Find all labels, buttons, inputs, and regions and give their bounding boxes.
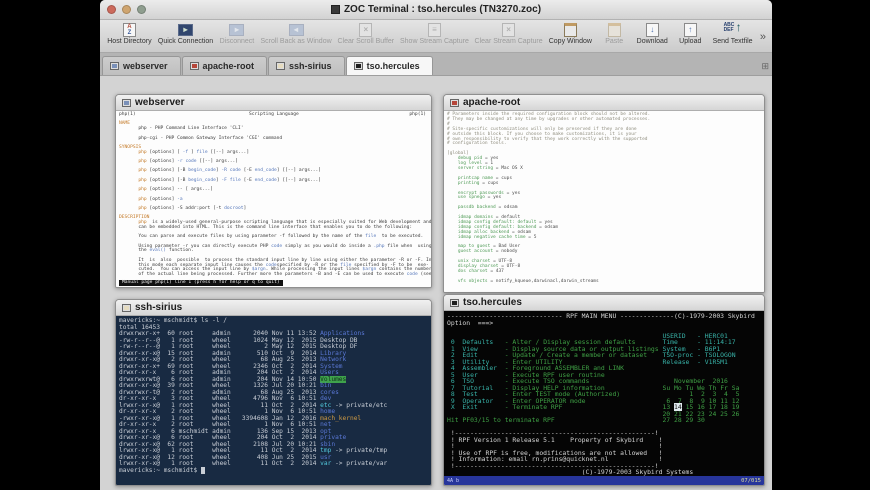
toolbar-button-host-directory[interactable]: AZHost Directory xyxy=(106,21,153,46)
tab-list-icon[interactable]: ⊞ xyxy=(761,61,769,72)
terminal-line: can be embedded into HTML. This is the c… xyxy=(119,226,428,231)
terminal-icon xyxy=(122,304,131,312)
tab-label: apache-root xyxy=(203,61,255,71)
show-stream-capture-icon: ≡ xyxy=(428,23,441,37)
terminal-icon xyxy=(450,299,459,307)
toolbar-button-download[interactable]: ↓Download xyxy=(635,21,669,46)
quick-connection-icon: ▸ xyxy=(178,24,193,36)
tso-hercules-title: tso.hercules xyxy=(463,297,522,308)
download-icon: ↓ xyxy=(646,23,659,37)
toolbar: AZHost Directory ▸ Quick Connection ▸ Discon… xyxy=(100,20,772,53)
tab-terminal-icon xyxy=(276,62,285,70)
tn3270-status-line: 4A b 07/015 xyxy=(444,476,764,485)
toolbar-button-label: Disconnect xyxy=(220,38,255,45)
tab-label: ssh-sirius xyxy=(289,61,332,71)
terminal-icon xyxy=(450,99,459,107)
toolbar-button-scroll-back-window: ◂ Scroll Back as Window xyxy=(260,21,333,46)
paste-icon xyxy=(608,23,621,37)
terminal-line: of the actual line being processed. Furt… xyxy=(119,273,428,278)
man-page-status-line: Manual page php(1) line 1 (press h for h… xyxy=(119,280,283,286)
toolbar-button-label: Copy Window xyxy=(549,38,592,45)
host-directory-icon: AZ xyxy=(123,23,136,37)
terminal-line: ------------------------------ RPF MAIN … xyxy=(447,313,761,320)
toolbar-button-clear-scroll-buffer: ×Clear Scroll Buffer xyxy=(336,21,395,46)
session-tab-bar: webserver apache-root ssh-sirius tso.hercul… xyxy=(100,53,772,76)
title-bar[interactable]: ZOC Terminal : tso.hercules (TN3270.zoc) xyxy=(100,0,772,20)
apache-root-terminal-screen[interactable]: # Parameters inside the required configu… xyxy=(444,111,764,292)
webserver-title: webserver xyxy=(135,97,184,108)
window-title: ZOC Terminal : tso.hercules (TN3270.zoc) xyxy=(331,4,541,15)
tab-tso.hercules[interactable]: tso.hercules xyxy=(346,56,433,75)
toolbar-button-show-stream-capture: ≡Show Stream Capture xyxy=(399,21,470,46)
screen-background: ZOC Terminal : tso.hercules (TN3270.zoc)… xyxy=(0,0,870,490)
copy-window-icon xyxy=(564,23,577,37)
terminal-icon xyxy=(122,99,131,107)
tab-terminal-icon xyxy=(190,62,199,70)
apache-root-window: apache-root # Parameters inside the requ… xyxy=(443,94,765,293)
tab-label: tso.hercules xyxy=(367,61,420,71)
toolbar-button-copy-window[interactable]: Copy Window xyxy=(547,21,593,46)
mdi-area: webserver php(1) Scripting Language php(… xyxy=(100,76,772,490)
terminal-line: You can parse and execute files by using… xyxy=(119,235,428,240)
send-textfile-icon: ABCDEF↑ xyxy=(724,22,742,37)
close-button[interactable] xyxy=(107,5,116,14)
tab-label: webserver xyxy=(123,61,168,71)
tso-hercules-terminal-screen[interactable]: ------------------------------ RPF MAIN … xyxy=(444,311,764,476)
window-title-text: ZOC Terminal : tso.hercules (TN3270.zoc) xyxy=(344,4,541,15)
toolbar-button-label: Clear Stream Capture xyxy=(475,38,543,45)
zoom-button[interactable] xyxy=(137,5,146,14)
minimize-button[interactable] xyxy=(122,5,131,14)
toolbar-button-label: Clear Scroll Buffer xyxy=(337,38,394,45)
toolbar-button-label: Scroll Back as Window xyxy=(260,38,331,45)
terminal-line: php(1) Scripting Language php(1) xyxy=(119,113,428,118)
clear-scroll-buffer-icon: × xyxy=(359,23,372,37)
terminal-line: vfs objects = notify_kqueue,darwinacl,da… xyxy=(447,280,761,285)
toolbar-overflow-chevron[interactable]: » xyxy=(758,31,768,43)
toolbar-button-label: Upload xyxy=(679,38,701,45)
toolbar-button-clear-stream-capture: ×Clear Stream Capture xyxy=(474,21,544,46)
tab-webserver[interactable]: webserver xyxy=(102,56,181,75)
tso-hercules-title-bar[interactable]: tso.hercules xyxy=(444,295,764,311)
scroll-back-window-icon: ◂ xyxy=(289,24,304,36)
oia-status-left: 4A b xyxy=(447,478,459,484)
ssh-sirius-title: ssh-sirius xyxy=(135,302,182,313)
toolbar-button-label: Paste xyxy=(605,38,623,45)
disconnect-icon: ▸ xyxy=(229,24,244,36)
toolbar-button-label: Show Stream Capture xyxy=(400,38,469,45)
tab-terminal-icon xyxy=(354,62,363,70)
tso-hercules-window: tso.hercules ---------------------------… xyxy=(443,294,765,486)
oia-cursor-position: 07/015 xyxy=(741,478,761,484)
ssh-sirius-terminal-screen[interactable]: mavericks:~ mschmidt$ ls -l /total 16453… xyxy=(116,316,431,485)
webserver-title-bar[interactable]: webserver xyxy=(116,95,431,111)
apache-root-title: apache-root xyxy=(463,97,520,108)
toolbar-button-upload[interactable]: ↑Upload xyxy=(673,21,707,46)
toolbar-button-disconnect: ▸ Disconnect xyxy=(218,21,255,46)
clear-stream-capture-icon: × xyxy=(502,23,515,37)
webserver-window: webserver php(1) Scripting Language php(… xyxy=(115,94,432,288)
upload-icon: ↑ xyxy=(684,23,697,37)
toolbar-button-paste: Paste xyxy=(597,21,631,46)
toolbar-button-label: Send Textfile xyxy=(713,38,753,45)
tab-terminal-icon xyxy=(110,62,119,70)
toolbar-button-label: Quick Connection xyxy=(158,38,213,45)
tab-ssh-sirius[interactable]: ssh-sirius xyxy=(268,56,345,75)
ssh-sirius-window: ssh-sirius mavericks:~ mschmidt$ ls -l /… xyxy=(115,299,432,486)
ssh-sirius-title-bar[interactable]: ssh-sirius xyxy=(116,300,431,316)
terminal-line: mavericks:~ mschmidt$ xyxy=(119,468,428,475)
toolbar-button-label: Host Directory xyxy=(107,38,151,45)
webserver-terminal-screen[interactable]: php(1) Scripting Language php(1) NAME ph… xyxy=(116,111,431,287)
apache-root-title-bar[interactable]: apache-root xyxy=(444,95,764,111)
zoc-terminal-window: ZOC Terminal : tso.hercules (TN3270.zoc)… xyxy=(100,0,772,490)
toolbar-button-quick-connection[interactable]: ▸ Quick Connection xyxy=(157,21,214,46)
app-document-icon xyxy=(331,5,340,14)
traffic-lights xyxy=(107,5,146,14)
tab-apache-root[interactable]: apache-root xyxy=(182,56,268,75)
toolbar-button-send-textfile[interactable]: ABCDEF↑Send Textfile xyxy=(711,21,754,46)
terminal-line: (C)-1979-2003 Skybird Systems xyxy=(447,469,761,476)
toolbar-button-label: Download xyxy=(637,38,668,45)
